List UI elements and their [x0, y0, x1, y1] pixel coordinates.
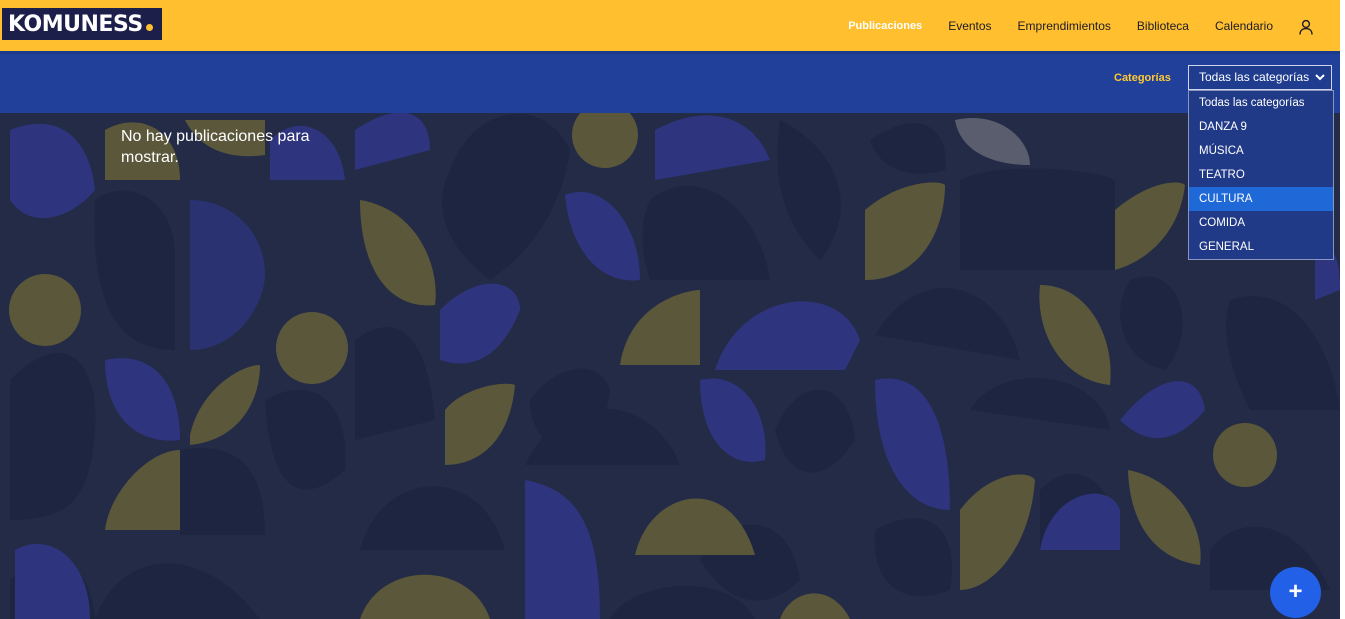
category-option-teatro[interactable]: TEATRO	[1189, 163, 1333, 187]
nav-emprendimientos[interactable]: Emprendimientos	[1018, 19, 1111, 33]
nav-eventos[interactable]: Eventos	[948, 19, 991, 33]
category-option-danza[interactable]: DANZA 9	[1189, 115, 1333, 139]
window-edge	[1340, 0, 1345, 619]
nav-calendario[interactable]: Calendario	[1215, 19, 1273, 33]
logo-dot-icon	[145, 23, 153, 31]
logo-text: KOMUNESS	[8, 11, 143, 37]
chevron-down-icon	[1315, 74, 1325, 81]
komuness-logo[interactable]: KOMUNESS	[2, 8, 162, 40]
nav-publicaciones[interactable]: Publicaciones	[848, 20, 922, 32]
category-option-comida[interactable]: COMIDA	[1189, 211, 1333, 235]
user-icon[interactable]	[1299, 19, 1313, 35]
category-option-general[interactable]: GENERAL	[1189, 235, 1333, 259]
background-pattern	[9, 110, 1340, 619]
category-option-todas[interactable]: Todas las categorías	[1189, 91, 1333, 115]
category-dropdown-list: Todas las categorías DANZA 9 MÚSICA TEAT…	[1188, 90, 1334, 260]
category-select[interactable]: Todas las categorías	[1188, 65, 1332, 90]
category-filter-bar: Categorías Todas las categorías	[0, 51, 1340, 113]
top-navbar: KOMUNESS Publicaciones Eventos Emprendim…	[0, 0, 1340, 51]
category-option-musica[interactable]: MÚSICA	[1189, 139, 1333, 163]
category-select-value: Todas las categorías	[1199, 70, 1310, 84]
plus-icon: +	[1288, 578, 1303, 605]
nav-biblioteca[interactable]: Biblioteca	[1137, 19, 1189, 33]
empty-state-message: No hay publicaciones para mostrar.	[121, 128, 310, 166]
add-publication-button[interactable]: +	[1270, 567, 1321, 618]
category-option-cultura[interactable]: CULTURA	[1189, 187, 1333, 211]
main-nav: Publicaciones Eventos Emprendimientos Bi…	[848, 0, 1340, 51]
category-filter-label: Categorías	[1114, 72, 1171, 84]
